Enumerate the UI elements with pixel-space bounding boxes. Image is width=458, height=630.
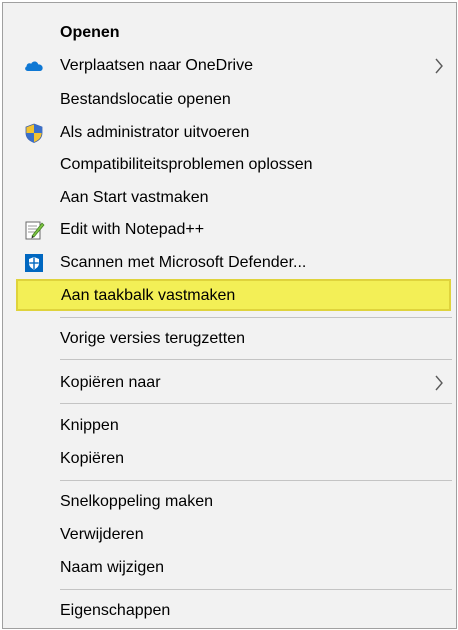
menu-item-label: Vorige versies terugzetten: [60, 330, 245, 347]
menu-item-label: Scannen met Microsoft Defender...: [60, 254, 307, 271]
menu-item-restore-previous-versions[interactable]: Vorige versies terugzetten: [3, 323, 456, 355]
menu-item-pin-to-start[interactable]: Aan Start vastmaken: [3, 182, 456, 214]
menu-item-label: Compatibiliteitsproblemen oplossen: [60, 156, 313, 173]
notepad-plus-plus-icon: [25, 221, 45, 240]
menu-item-label: Aan Start vastmaken: [60, 189, 209, 206]
menu-item-properties[interactable]: Eigenschappen: [3, 595, 456, 627]
menu-item-label: Aan taakbalk vastmaken: [61, 287, 236, 304]
menu-item-scan-with-defender[interactable]: Scannen met Microsoft Defender...: [3, 247, 456, 279]
menu-item-label: Naam wijzigen: [60, 559, 165, 576]
onedrive-cloud-icon: [25, 61, 43, 71]
menu-item-open-file-location[interactable]: Bestandslocatie openen: [3, 84, 456, 116]
menu-item-label: Knippen: [60, 417, 119, 434]
menu-item-label: Verplaatsen naar OneDrive: [60, 57, 253, 74]
chevron-right-icon: [435, 375, 443, 391]
menu-item-delete[interactable]: Verwijderen: [3, 519, 456, 551]
context-menu: Openen Verplaatsen naar OneDrive Bestand…: [2, 2, 457, 629]
menu-item-label: Kopiëren: [60, 450, 125, 467]
menu-item-label: Openen: [60, 24, 120, 41]
menu-item-move-to-onedrive[interactable]: Verplaatsen naar OneDrive: [3, 50, 456, 82]
menu-item-label: Bestandslocatie openen: [60, 91, 231, 108]
menu-separator: [60, 480, 452, 481]
menu-item-create-shortcut[interactable]: Snelkoppeling maken: [3, 486, 456, 518]
menu-separator: [60, 359, 452, 360]
menu-item-pin-to-taskbar[interactable]: Aan taakbalk vastmaken: [16, 279, 451, 311]
menu-item-copy-to[interactable]: Kopiëren naar: [3, 367, 456, 399]
menu-item-label: Edit with Notepad++: [60, 221, 205, 238]
menu-separator: [60, 403, 452, 404]
menu-item-rename[interactable]: Naam wijzigen: [3, 552, 456, 584]
menu-item-label: Als administrator uitvoeren: [60, 124, 250, 141]
menu-item-cut[interactable]: Knippen: [3, 410, 456, 442]
defender-shield-icon: [25, 254, 43, 272]
menu-item-copy[interactable]: Kopiëren: [3, 443, 456, 475]
menu-item-edit-with-notepad-plus-plus[interactable]: Edit with Notepad++: [3, 214, 456, 246]
menu-item-troubleshoot-compatibility[interactable]: Compatibiliteitsproblemen oplossen: [3, 149, 456, 181]
chevron-right-icon: [435, 58, 443, 74]
menu-item-label: Eigenschappen: [60, 602, 171, 619]
menu-item-openen[interactable]: Openen: [3, 17, 456, 49]
menu-separator: [60, 589, 452, 590]
menu-item-label: Verwijderen: [60, 526, 144, 543]
menu-separator: [60, 317, 452, 318]
uac-shield-icon: [25, 123, 43, 143]
menu-item-run-as-administrator[interactable]: Als administrator uitvoeren: [3, 117, 456, 149]
menu-item-label: Snelkoppeling maken: [60, 493, 213, 510]
menu-item-label: Kopiëren naar: [60, 374, 161, 391]
